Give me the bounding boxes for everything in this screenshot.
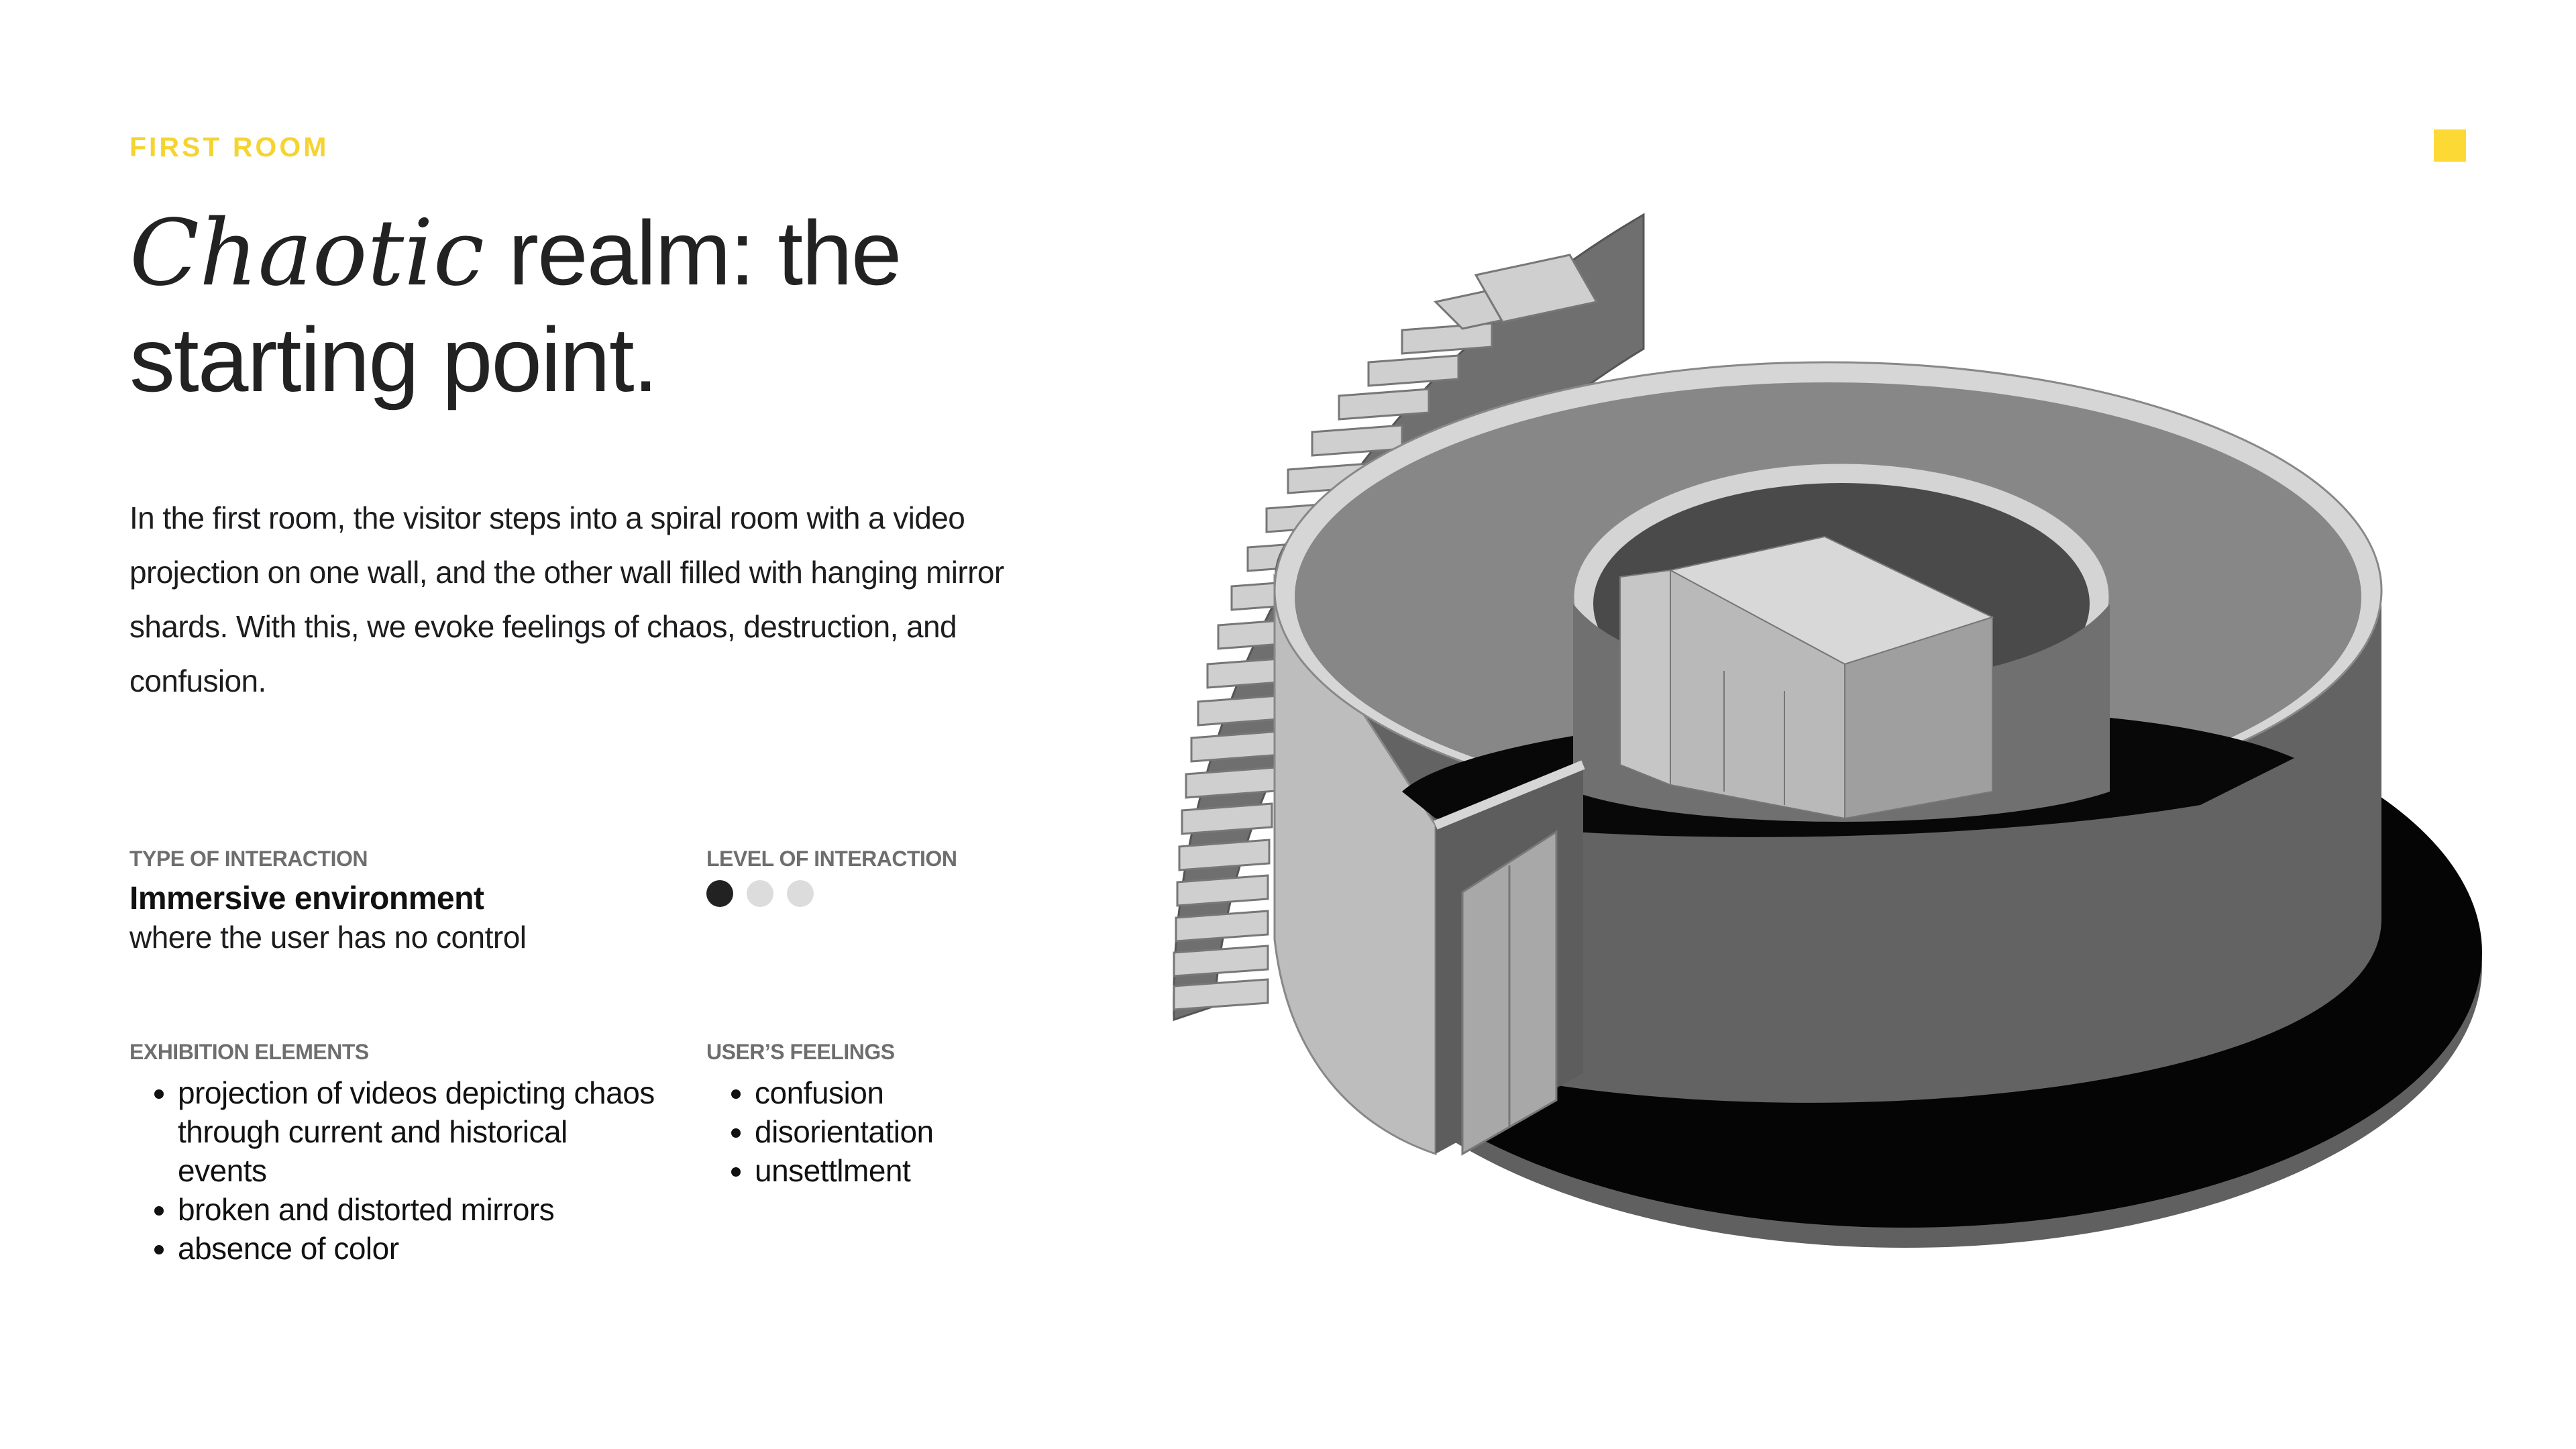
level-dot xyxy=(747,880,773,907)
spiral-room-illustration xyxy=(1173,213,2482,1248)
type-of-interaction-subtitle: where the user has no control xyxy=(129,920,527,955)
type-of-interaction-label: TYPE OF INTERACTION xyxy=(129,847,368,871)
level-of-interaction-indicator xyxy=(706,880,814,907)
accent-square xyxy=(2434,129,2466,162)
type-of-interaction-title: Immersive environment xyxy=(129,881,484,916)
page-title-line2: starting point. xyxy=(129,309,658,411)
list-item: broken and distorted mirrors xyxy=(178,1190,661,1229)
list-item: unsettlment xyxy=(755,1151,1157,1190)
inner-box-left xyxy=(1619,569,1671,786)
level-of-interaction-label: LEVEL OF INTERACTION xyxy=(706,847,957,871)
level-dot xyxy=(787,880,814,907)
list-item: projection of videos depicting chaos thr… xyxy=(178,1073,661,1190)
list-item: disorientation xyxy=(755,1112,1157,1151)
users-feelings-label: USER’S FEELINGS xyxy=(706,1040,895,1064)
exhibition-elements-list: projection of videos depicting chaos thr… xyxy=(129,1073,661,1268)
body-paragraph: In the first room, the visitor steps int… xyxy=(129,500,1004,698)
page-title-italic: Chaotic xyxy=(129,201,484,307)
list-item: confusion xyxy=(755,1073,1157,1112)
exhibition-elements-label: EXHIBITION ELEMENTS xyxy=(129,1040,369,1064)
section-eyebrow: FIRST ROOM xyxy=(129,131,329,162)
users-feelings-list: confusion disorientation unsettlment xyxy=(706,1073,1157,1190)
page-title-rest: realm: the xyxy=(484,202,902,304)
level-dot xyxy=(706,880,733,907)
list-item: absence of color xyxy=(178,1229,661,1268)
page-title: Chaotic realm: the starting point. xyxy=(129,200,1069,413)
